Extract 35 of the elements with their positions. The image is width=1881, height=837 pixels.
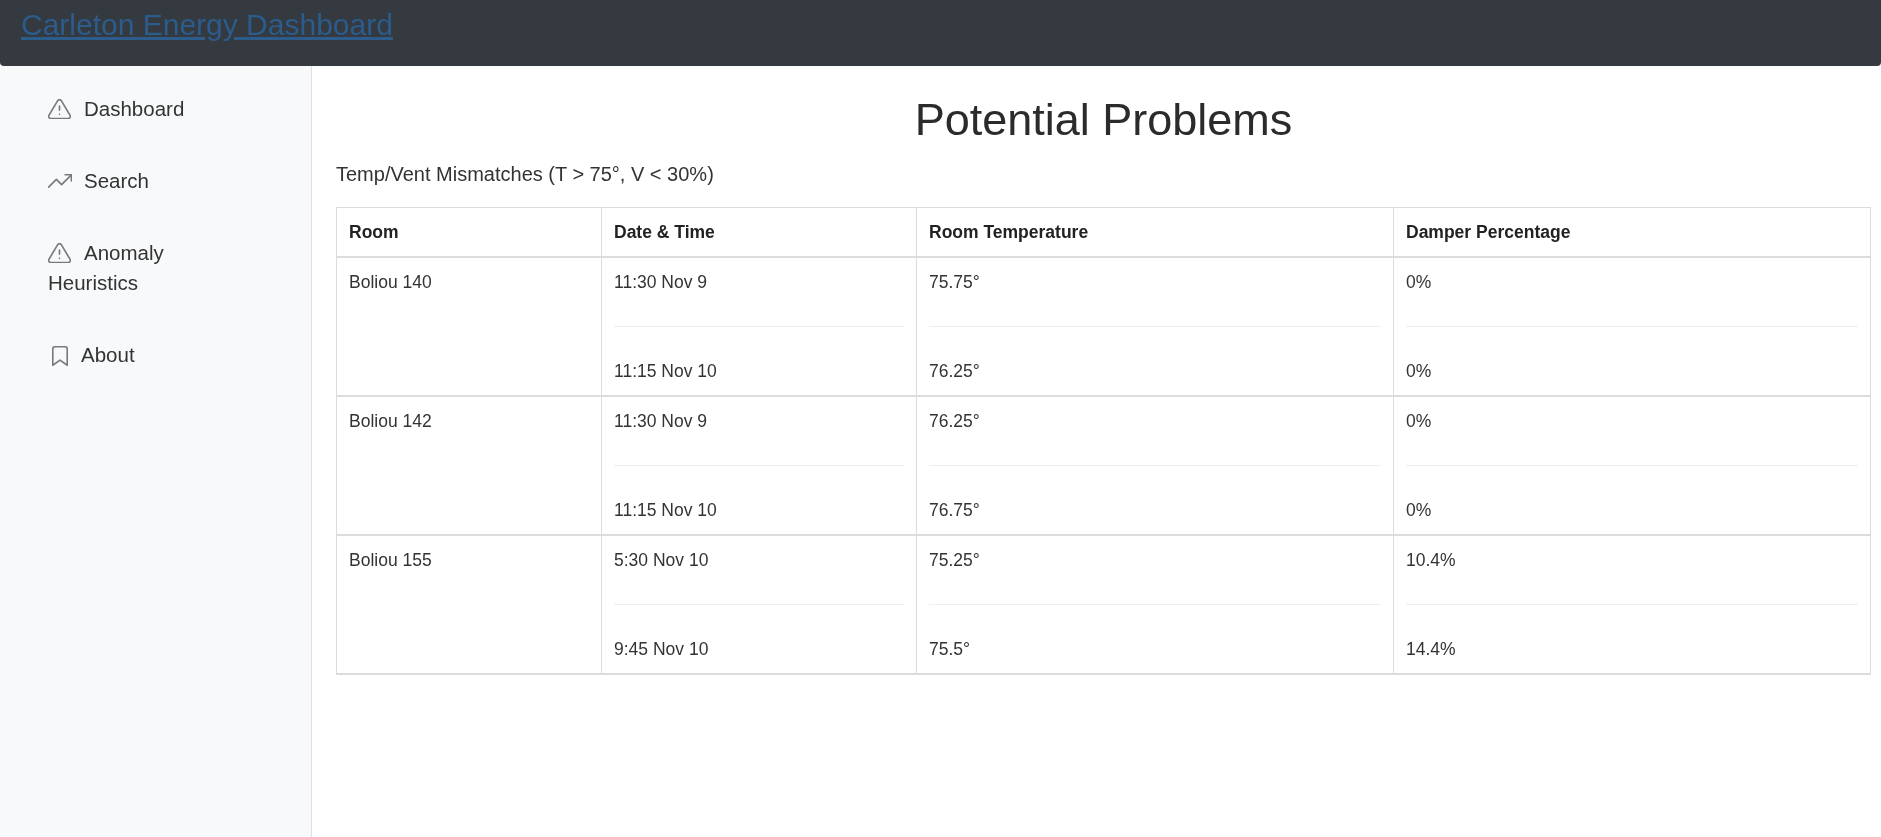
- room-name: Boliou 155: [349, 550, 432, 570]
- date-time-text: 5:30 Nov 10: [614, 550, 709, 570]
- room-name: Boliou 140: [349, 272, 432, 292]
- temperature-text: 76.25°: [929, 411, 980, 431]
- temperature-text: 75.5°: [929, 639, 971, 659]
- column-header: Room: [349, 222, 399, 242]
- damper-percentage-text: 0%: [1406, 500, 1432, 520]
- trend-line-icon: [48, 174, 72, 188]
- temperature-text: 75.75°: [929, 272, 980, 292]
- room-name: Boliou 142: [349, 411, 432, 431]
- damper-percentage-text: 0%: [1406, 411, 1432, 431]
- bookmark-icon: [52, 346, 68, 366]
- temperature-text: 76.25°: [929, 361, 980, 381]
- table-caption: Temp/Vent Mismatches (T > 75°, V < 30%): [336, 162, 715, 186]
- column-header: Room Temperature: [929, 222, 1089, 242]
- temperature-text: 76.75°: [929, 500, 980, 520]
- damper-percentage-text: 0%: [1406, 272, 1432, 292]
- column-header: Date & Time: [614, 222, 715, 242]
- damper-percentage-text: 14.4%: [1406, 639, 1456, 659]
- date-time-text: 11:15 Nov 10: [614, 361, 717, 381]
- sidebar-link[interactable]: Search: [0, 145, 200, 217]
- temperature-text: 75.25°: [929, 550, 980, 570]
- damper-percentage-text: 0%: [1406, 361, 1432, 381]
- date-time-text: 11:15 Nov 10: [614, 500, 717, 520]
- column-header: Damper Percentage: [1406, 222, 1571, 242]
- date-time-text: 9:45 Nov 10: [614, 639, 709, 659]
- page-title: Potential Problems: [913, 93, 1294, 147]
- sidebar-link[interactable]: About: [0, 319, 200, 391]
- sidebar-link[interactable]: Anomaly Heuristics: [0, 217, 200, 319]
- damper-percentage-text: 10.4%: [1406, 550, 1456, 570]
- sidebar-link[interactable]: Dashboard: [0, 73, 200, 145]
- warning-icon: [48, 243, 71, 263]
- date-time-text: 11:30 Nov 9: [614, 411, 708, 431]
- warning-icon: [48, 99, 71, 119]
- date-time-text: 11:30 Nov 9: [614, 272, 708, 292]
